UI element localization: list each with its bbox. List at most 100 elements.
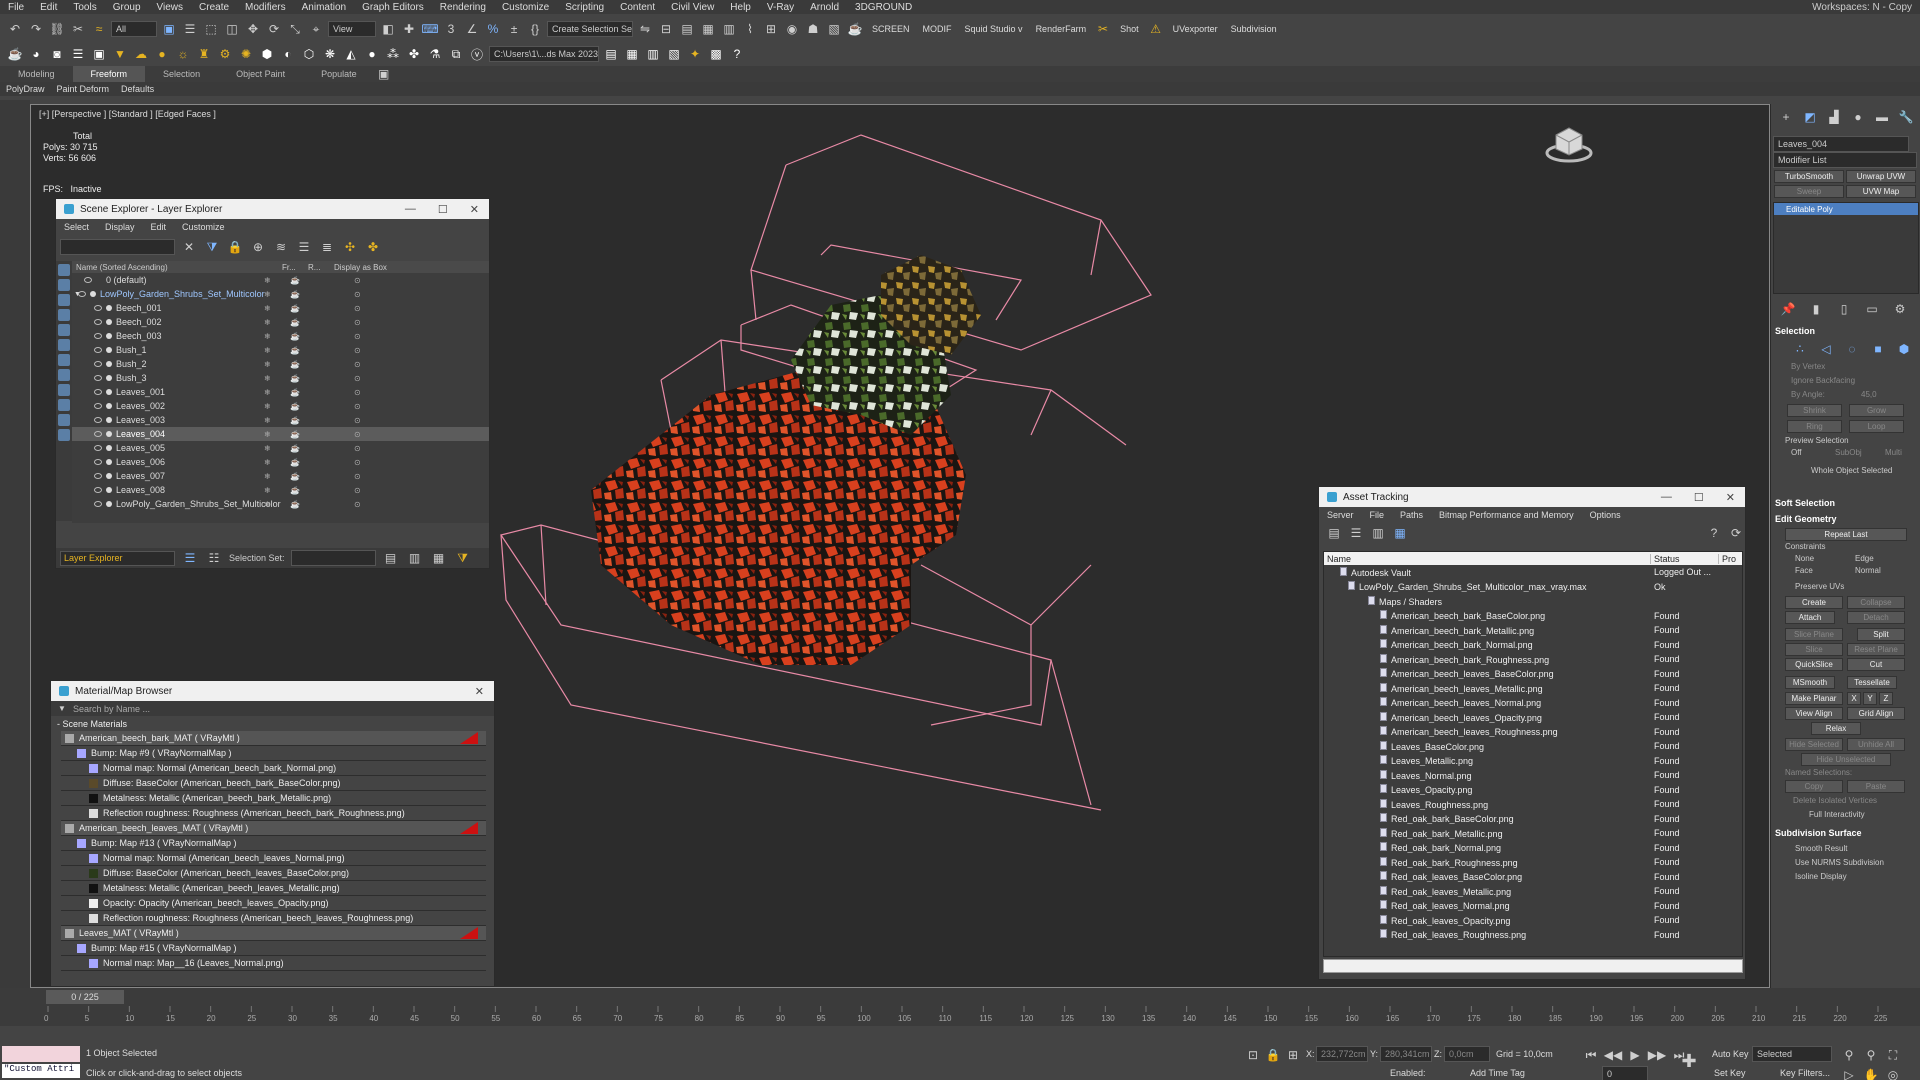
dropdown-icon[interactable]: ▼	[57, 704, 67, 714]
display-shapes-icon[interactable]	[58, 279, 70, 291]
ribbon-tab-selection[interactable]: Selection	[145, 66, 218, 82]
msmooth-button[interactable]: MSmooth	[1785, 676, 1835, 689]
renderfarm-button[interactable]: RenderFarm	[1031, 24, 1092, 34]
layer-row[interactable]: Bush_3 ❄ ☕ ⊙	[72, 371, 489, 385]
next-frame-icon[interactable]: ▶▶	[1648, 1046, 1666, 1064]
frozen-icon[interactable]: ❄	[264, 486, 271, 495]
at-menu-file[interactable]: File	[1362, 510, 1393, 520]
help-icon[interactable]: ?	[728, 45, 746, 63]
constraint-face-radio[interactable]: Face	[1795, 566, 1813, 575]
paste-button[interactable]: Paste	[1847, 780, 1905, 793]
layer-row[interactable]: Leaves_001 ❄ ☕ ⊙	[72, 385, 489, 399]
maxscript-listener-input[interactable]: "Custom Attri	[2, 1064, 80, 1078]
map-row[interactable]: Diffuse: BaseColor (American_beech_leave…	[61, 866, 486, 881]
scissors-icon[interactable]: ✂	[1094, 20, 1112, 38]
vray-icon[interactable]: ⓥ	[468, 45, 486, 63]
select-object-icon[interactable]: ▣	[160, 20, 178, 38]
filter-icon[interactable]: ⧩	[203, 238, 221, 256]
asset-row[interactable]: Red_oak_bark_Metallic.png Found	[1324, 826, 1742, 841]
cloud-icon[interactable]: ☁	[132, 45, 150, 63]
menu-tools[interactable]: Tools	[65, 2, 104, 13]
y-coord-field[interactable]: 280,341cm	[1380, 1046, 1432, 1062]
col-render-header[interactable]: R...	[308, 263, 334, 272]
schematic-view-icon[interactable]: ⊞	[762, 20, 780, 38]
visibility-eye-icon[interactable]	[94, 445, 102, 451]
shrink-button[interactable]: Shrink	[1787, 404, 1842, 417]
layer-row[interactable]: Beech_002 ❄ ☕ ⊙	[72, 315, 489, 329]
display-box-icon[interactable]: ⊙	[354, 290, 361, 299]
at-help-icon[interactable]: ?	[1705, 524, 1723, 542]
display-box-icon[interactable]: ⊙	[354, 444, 361, 453]
render-icon[interactable]: ☕	[290, 346, 300, 355]
scene-explorer-icon[interactable]: ▤	[678, 20, 696, 38]
display-helpers-icon[interactable]	[58, 324, 70, 336]
layers-icon[interactable]: ⧉	[447, 45, 465, 63]
visibility-eye-icon[interactable]	[94, 319, 102, 325]
keyboard-shortcut-icon[interactable]: ⌨	[421, 20, 439, 38]
x-coord-field[interactable]: 232,772cm	[1316, 1046, 1368, 1062]
ss-filter-icon[interactable]: ⧩	[454, 549, 472, 567]
object-name-field[interactable]: Leaves_004	[1773, 136, 1909, 152]
menu-help[interactable]: Help	[722, 2, 759, 13]
angle-snap-icon[interactable]: ∠	[463, 20, 481, 38]
glass-icon[interactable]: ⚗	[426, 45, 444, 63]
align-icon[interactable]: ⊟	[657, 20, 675, 38]
asset-row[interactable]: Red_oak_bark_Normal.png Found	[1324, 841, 1742, 856]
render-icon[interactable]: ☕	[290, 500, 300, 509]
remove-modifier-icon[interactable]: ▭	[1863, 300, 1881, 318]
layer-row[interactable]: Leaves_002 ❄ ☕ ⊙	[72, 399, 489, 413]
hierarchy-tab-icon[interactable]: ▟	[1825, 108, 1843, 126]
display-box-icon[interactable]: ⊙	[354, 374, 361, 383]
layer-explorer-icon[interactable]: ▦	[699, 20, 717, 38]
display-box-icon[interactable]: ⊙	[354, 346, 361, 355]
quickslice-button[interactable]: QuickSlice	[1785, 658, 1843, 671]
teapot-icon[interactable]: ☕	[6, 45, 24, 63]
frozen-icon[interactable]: ❄	[264, 472, 271, 481]
named-selection-icon[interactable]: {}	[526, 20, 544, 38]
visibility-eye-icon[interactable]	[94, 305, 102, 311]
layer-row[interactable]: Beech_001 ❄ ☕ ⊙	[72, 301, 489, 315]
visibility-eye-icon[interactable]	[94, 375, 102, 381]
asset-row[interactable]: Autodesk Vault Logged Out ...	[1324, 565, 1742, 580]
loop-button[interactable]: Loop	[1849, 420, 1904, 433]
menu-file[interactable]: File	[0, 2, 32, 13]
at-col-pro[interactable]: Pro	[1719, 554, 1736, 564]
layer-row[interactable]: 0 (default) ❄ ☕ ⊙	[72, 273, 489, 287]
placement-icon[interactable]: ⌖	[307, 20, 325, 38]
map-row[interactable]: Normal map: Normal (American_beech_leave…	[61, 851, 486, 866]
display-box-icon[interactable]: ⊙	[354, 486, 361, 495]
rotate-icon[interactable]: ⟳	[265, 20, 283, 38]
create-tab-icon[interactable]: +	[1777, 108, 1795, 126]
ss-add-icon[interactable]: ▤	[382, 549, 400, 567]
menu-v-ray[interactable]: V-Ray	[759, 2, 802, 13]
visibility-eye-icon[interactable]	[94, 389, 102, 395]
asset-row[interactable]: Leaves_Roughness.png Found	[1324, 797, 1742, 812]
select-by-name-icon[interactable]: ☰	[181, 20, 199, 38]
frozen-icon[interactable]: ❄	[264, 304, 271, 313]
ribbon-tab-object-paint[interactable]: Object Paint	[218, 66, 303, 82]
render-icon[interactable]: ☕	[290, 486, 300, 495]
ribbon-icon[interactable]: ▥	[720, 20, 738, 38]
make-unique-icon[interactable]: ▯	[1835, 300, 1853, 318]
layer-row[interactable]: LowPoly_Garden_Shrubs_Set_Multicolor ❄ ☕ ⊙	[72, 497, 489, 511]
frozen-icon[interactable]: ❄	[264, 290, 271, 299]
maximize-icon[interactable]: ☐	[1694, 491, 1704, 504]
visibility-eye-icon[interactable]	[94, 361, 102, 367]
tessellate-button[interactable]: Tessellate	[1847, 676, 1897, 689]
dots-icon[interactable]: ⁂	[384, 45, 402, 63]
minimize-icon[interactable]: —	[405, 203, 416, 216]
visibility-eye-icon[interactable]	[84, 277, 92, 283]
at-menu-server[interactable]: Server	[1319, 510, 1362, 520]
sync-icon[interactable]: ✤	[364, 238, 382, 256]
map-row[interactable]: Normal map: Normal (American_beech_bark_…	[61, 761, 486, 776]
orbit-icon[interactable]: ◎	[1884, 1066, 1902, 1080]
at-col-status[interactable]: Status	[1651, 553, 1719, 564]
zoom-icon[interactable]: ⚲	[1840, 1046, 1858, 1064]
set-key-icon[interactable]: ✚	[1680, 1051, 1698, 1071]
render-icon[interactable]: ☕	[290, 276, 300, 285]
key-selection-combo[interactable]: Selected	[1752, 1046, 1832, 1062]
frozen-icon[interactable]: ❄	[264, 430, 271, 439]
unwrap-uvw-button[interactable]: Unwrap UVW	[1846, 170, 1916, 183]
mirror-icon[interactable]: ⇋	[636, 20, 654, 38]
create-button[interactable]: Create	[1785, 596, 1843, 609]
